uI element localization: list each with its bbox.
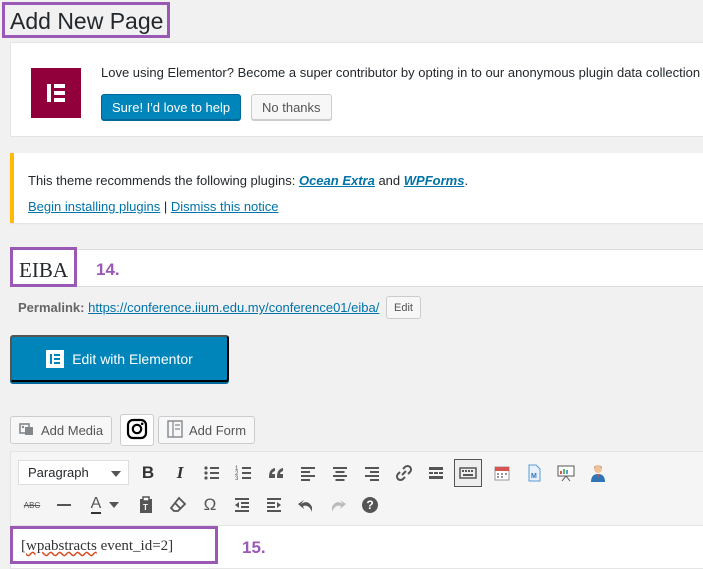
text-color-letter: A	[90, 495, 102, 514]
align-right-icon[interactable]	[359, 460, 385, 486]
theme-notice-suffix: .	[464, 173, 469, 188]
permalink-label: Permalink:	[18, 300, 85, 315]
elementor-notice-message: Love using Elementor? Become a super con…	[101, 65, 701, 80]
special-character-icon[interactable]: Ω	[197, 492, 223, 518]
ocean-extra-link[interactable]: Ocean Extra	[299, 173, 375, 188]
help-icon[interactable]: ?	[357, 492, 383, 518]
read-more-icon[interactable]	[423, 460, 449, 486]
wpforms-link[interactable]: WPForms	[404, 173, 465, 188]
annotation-14: 14.	[96, 260, 120, 279]
dismiss-notice-link[interactable]: Dismiss this notice	[171, 199, 279, 214]
outdent-icon[interactable]	[229, 492, 255, 518]
user-icon[interactable]	[585, 460, 611, 486]
edit-permalink-button[interactable]: Edit	[386, 296, 421, 319]
undo-icon[interactable]	[293, 492, 319, 518]
media-icon	[19, 421, 35, 440]
form-icon	[167, 419, 183, 441]
edit-with-elementor-label: Edit with Elementor	[72, 350, 193, 367]
help-glyph: ?	[362, 497, 378, 513]
link-icon[interactable]	[391, 460, 417, 486]
calendar-icon[interactable]	[489, 460, 515, 486]
format-select-value: Paragraph	[28, 465, 89, 480]
elementor-notice: Love using Elementor? Become a super con…	[10, 42, 703, 137]
svg-text:M: M	[531, 473, 537, 480]
add-media-button[interactable]: Add Media	[10, 416, 113, 444]
theme-notice-and: and	[374, 173, 404, 188]
redo-icon[interactable]	[325, 492, 351, 518]
align-center-icon[interactable]	[327, 460, 353, 486]
format-select[interactable]: Paragraph	[18, 460, 129, 485]
shortcode-text: [wpabstracts event_id=2]	[21, 538, 174, 554]
numbered-list-icon[interactable]: 123	[231, 460, 257, 486]
theme-plugins-notice: This theme recommends the following plug…	[10, 153, 703, 223]
begin-installing-link[interactable]: Begin installing plugins	[28, 199, 160, 214]
post-title-value: EIBA	[19, 258, 68, 282]
theme-notice-actions: Begin installing plugins | Dismiss this …	[28, 199, 279, 214]
strikethrough-icon[interactable]: ABC	[19, 492, 45, 518]
svg-text:T: T	[143, 503, 148, 512]
paste-text-icon[interactable]: T	[133, 492, 159, 518]
document-icon[interactable]: M	[521, 460, 547, 486]
elementor-icon	[46, 349, 65, 368]
edit-with-elementor-button[interactable]: Edit with Elementor	[10, 335, 229, 382]
no-thanks-button[interactable]: No thanks	[251, 94, 332, 120]
page-title: Add New Page	[10, 8, 164, 34]
svg-text:3: 3	[235, 476, 239, 482]
opt-in-button[interactable]: Sure! I'd love to help	[101, 94, 242, 120]
text-color-icon[interactable]: A	[83, 492, 109, 518]
chevron-down-icon[interactable]	[107, 492, 121, 518]
clear-formatting-icon[interactable]	[165, 492, 191, 518]
elementor-logo-icon	[31, 68, 81, 118]
add-form-button[interactable]: Add Form	[158, 416, 256, 444]
blockquote-icon[interactable]	[263, 460, 289, 486]
editor-toolbar: Paragraph B I 123 M ABC A T Ω ?	[10, 451, 703, 525]
italic-icon[interactable]: I	[167, 460, 193, 486]
horizontal-line-icon[interactable]	[51, 492, 77, 518]
annotation-15: 15.	[242, 538, 266, 557]
toolbar-toggle-icon[interactable]	[454, 459, 482, 487]
chevron-down-icon	[111, 471, 121, 477]
permalink-url[interactable]: https://conference.iium.edu.my/conferenc…	[88, 300, 379, 315]
bold-icon[interactable]: B	[135, 460, 161, 486]
bullet-list-icon[interactable]	[199, 460, 225, 486]
presentation-icon[interactable]	[553, 460, 579, 486]
permalink: Permalink: https://conference.iium.edu.m…	[18, 300, 379, 315]
align-left-icon[interactable]	[295, 460, 321, 486]
add-form-label: Add Form	[189, 422, 247, 438]
indent-icon[interactable]	[261, 492, 287, 518]
theme-notice-message: This theme recommends the following plug…	[28, 173, 468, 188]
theme-notice-prefix: This theme recommends the following plug…	[28, 173, 299, 188]
instagram-button[interactable]	[120, 414, 154, 446]
separator: |	[160, 199, 171, 214]
add-media-label: Add Media	[41, 422, 104, 438]
instagram-icon	[126, 418, 148, 443]
